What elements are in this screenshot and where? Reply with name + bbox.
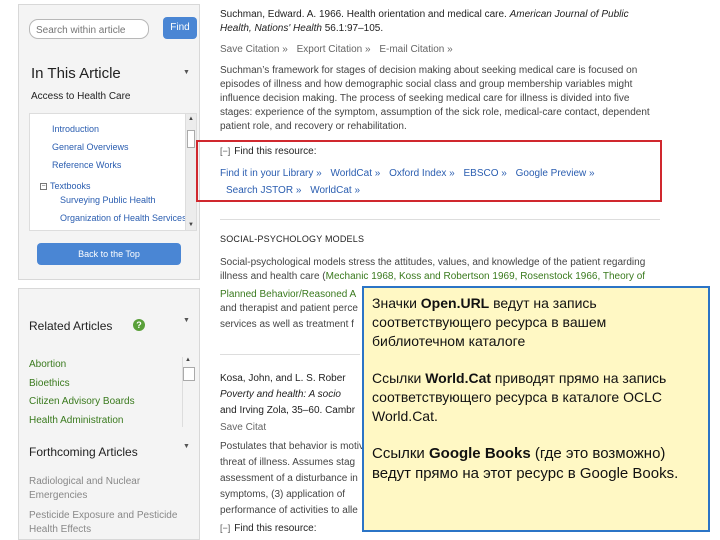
citation-kosa-title: Poverty and health: A socio <box>220 388 341 402</box>
citation-actions: Save Citation » Export Citation » E-mail… <box>220 44 459 55</box>
save-citation-link[interactable]: Save Citation » <box>220 44 288 55</box>
note-keyword: World.Cat <box>425 370 492 386</box>
forthcoming-item[interactable]: Radiological and Nuclear Emergencies <box>29 475 179 503</box>
search-input[interactable] <box>29 19 149 39</box>
collapse-icon[interactable]: ▼ <box>183 317 190 324</box>
table-of-contents: Introduction General Overviews Reference… <box>29 113 197 231</box>
toc-item-surveying-public-health[interactable]: Surveying Public Health <box>60 195 156 205</box>
toc-item-introduction[interactable]: Introduction <box>52 124 99 134</box>
related-item[interactable]: Health Administration <box>29 415 124 426</box>
article-nav-panel: Find In This Article ▼ Access to Health … <box>18 4 200 280</box>
note-openurl: Значки Open.URL ведут на запись соответс… <box>372 294 700 351</box>
paragraph-line: services as well as treatment f <box>220 319 354 330</box>
note-text: Значки <box>372 295 421 311</box>
in-this-article-heading: In This Article <box>31 65 121 82</box>
annotation-line: Postulates that behavior is motiv <box>220 441 364 452</box>
annotation-line: threat of illness. Assumes stag <box>220 457 356 468</box>
divider <box>220 354 360 355</box>
highlight-box <box>196 140 662 202</box>
section-paragraph: Social-psychological models stress the a… <box>220 256 660 284</box>
note-worldcat: Ссылки World.Cat приводят прямо на запис… <box>372 369 700 426</box>
toc-item-label: Textbooks <box>50 181 91 191</box>
toc-scrollbar[interactable]: ▲ ▼ <box>185 114 196 230</box>
annotation-paragraph: Suchman’s framework for stages of decisi… <box>220 65 650 132</box>
paragraph-line: and therapist and patient perce <box>220 303 358 314</box>
scrollbar-thumb[interactable] <box>187 130 195 148</box>
related-item[interactable]: Abortion <box>29 359 66 370</box>
citation-suchman: Suchman, Edward. A. 1966. Health orienta… <box>220 8 660 36</box>
citation-pages: 56.1:97–105. <box>321 23 384 34</box>
toc-item-textbooks[interactable]: − Textbooks <box>40 181 91 191</box>
toc-item-general-overviews[interactable]: General Overviews <box>52 142 129 152</box>
related-articles-heading: Related Articles <box>29 319 113 333</box>
related-scrollbar[interactable]: ▲ <box>182 357 195 427</box>
scrollbar-thumb[interactable] <box>183 367 195 381</box>
find-resource-label-2: [−] Find this resource: <box>220 523 317 534</box>
find-button[interactable]: Find <box>163 17 197 39</box>
divider <box>220 219 660 220</box>
note-keyword: Google Books <box>428 445 531 462</box>
email-citation-link[interactable]: E-mail Citation » <box>379 44 452 55</box>
note-text: Ссылки <box>372 445 429 462</box>
related-item[interactable]: Citizen Advisory Boards <box>29 396 135 407</box>
citation-kosa: Kosa, John, and L. S. Rober <box>220 373 346 384</box>
toc-item-organization-of-health-services[interactable]: Organization of Health Services <box>60 213 187 223</box>
save-citation-link[interactable]: Save Citat <box>220 422 266 433</box>
annotation-line: symptoms, (3) application of <box>220 489 346 500</box>
related-item[interactable]: Bioethics <box>29 378 70 389</box>
related-articles-panel: Related Articles ? ▼ Abortion Bioethics … <box>18 288 200 540</box>
expand-icon[interactable]: − <box>40 183 47 191</box>
forthcoming-item[interactable]: Pesticide Exposure and Pesticide Health … <box>29 509 189 537</box>
forthcoming-articles-heading: Forthcoming Articles <box>29 445 138 459</box>
reference-link-line[interactable]: Planned Behavior/Reasoned A <box>220 288 356 302</box>
citation-kosa-publisher: and Irving Zola, 35–60. Cambr <box>220 405 356 416</box>
search-row: Find <box>29 17 197 41</box>
explanation-note: Значки Open.URL ведут на запись соответс… <box>362 286 710 532</box>
reference-links[interactable]: Mechanic 1968, Koss and Robertson 1969, … <box>326 271 645 282</box>
find-resource-text: Find this resource: <box>234 523 317 534</box>
annotation-line: performance of activities to alle <box>220 505 358 516</box>
help-icon[interactable]: ? <box>133 319 145 331</box>
citation-actions-2: Save Citat <box>220 422 272 433</box>
section-title: SOCIAL-PSYCHOLOGY MODELS <box>220 234 365 244</box>
scroll-up-icon[interactable]: ▲ <box>185 357 191 363</box>
collapse-icon[interactable]: ▼ <box>183 443 190 450</box>
note-google-books: Ссылки Google Books (где это возможно) в… <box>372 444 700 484</box>
citation-title: Poverty and health: A socio <box>220 389 341 400</box>
back-to-top-button[interactable]: Back to the Top <box>37 243 181 265</box>
note-text: Ссылки <box>372 370 426 386</box>
collapse-icon[interactable]: ▼ <box>183 69 190 76</box>
toc-item-reference-works[interactable]: Reference Works <box>52 160 121 170</box>
annotation-line: assessment of a disturbance in <box>220 473 358 484</box>
citation-text: Suchman, Edward. A. 1966. Health orienta… <box>220 9 510 20</box>
related-list: Abortion Bioethics Citizen Advisory Boar… <box>19 353 199 431</box>
note-keyword: Open.URL <box>420 295 490 311</box>
scroll-up-icon[interactable]: ▲ <box>188 116 194 122</box>
article-subheading: Access to Health Care <box>31 91 131 102</box>
scroll-down-icon[interactable]: ▼ <box>188 222 194 228</box>
export-citation-link[interactable]: Export Citation » <box>297 44 371 55</box>
minus-icon[interactable]: [−] <box>220 523 230 533</box>
